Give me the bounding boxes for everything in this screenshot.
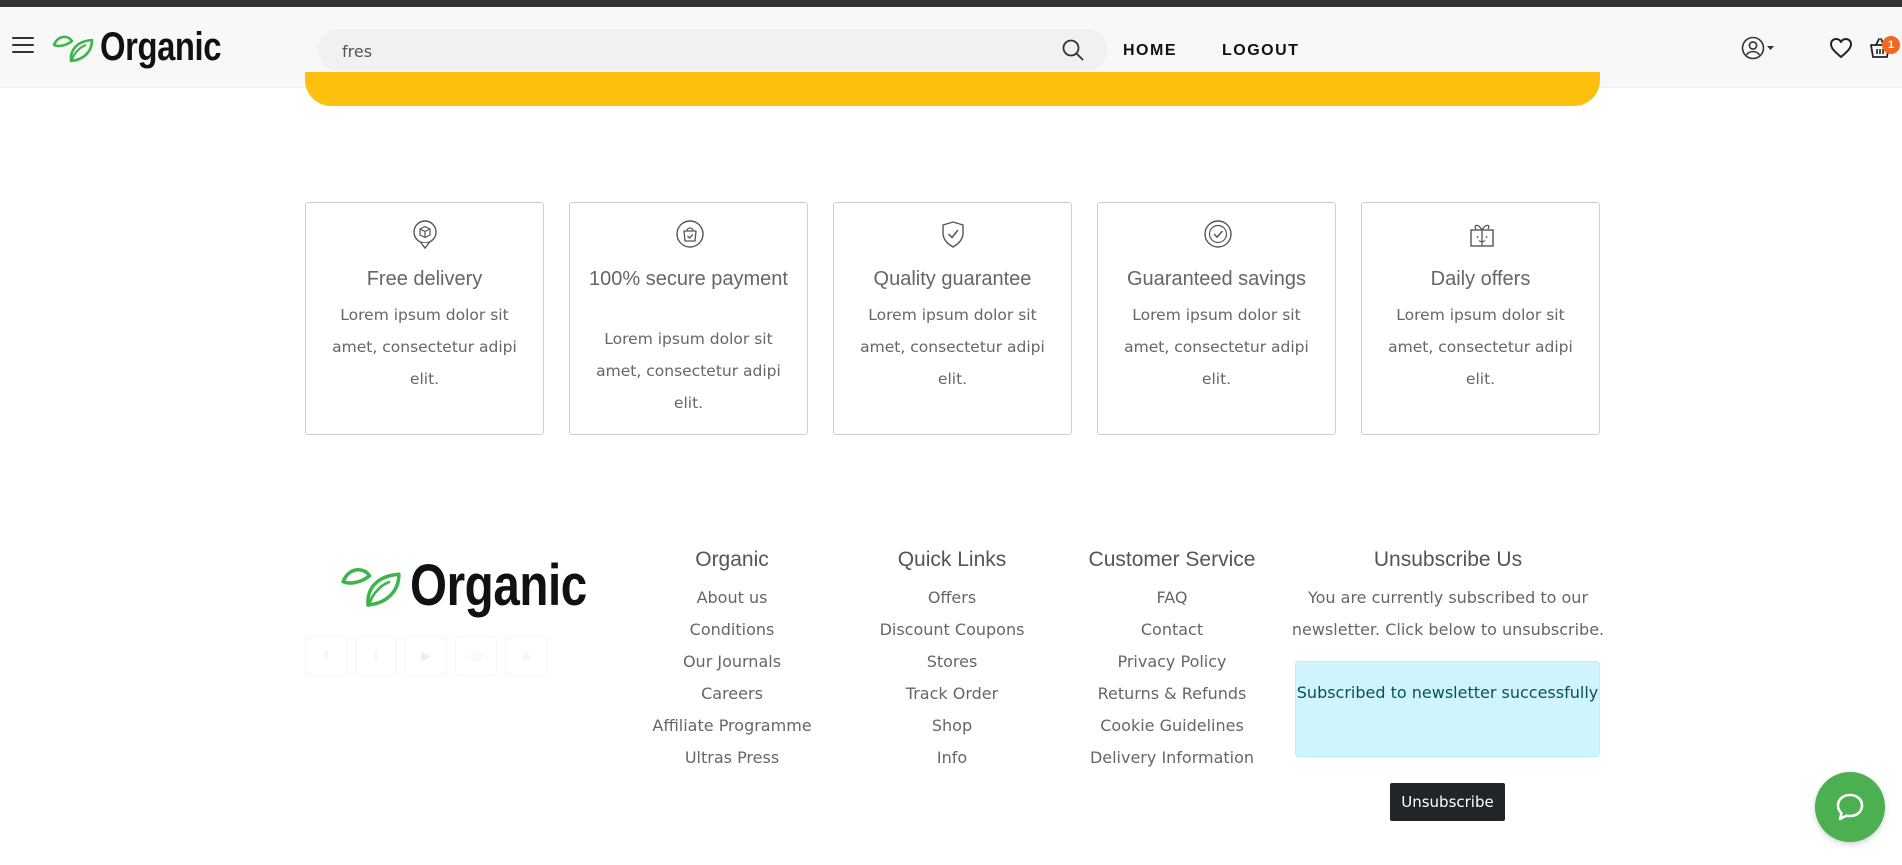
logo-text: Organic [410,553,587,618]
search-input[interactable] [340,29,1044,73]
feature-text: Lorem ipsum dolor sit amet, consectetur … [332,306,517,388]
feature-card-quality-guarantee: Quality guarantee Lorem ipsum dolor sit … [833,202,1072,435]
footer-link-stores[interactable]: Stores [862,646,1042,678]
feature-card-free-delivery: Free delivery Lorem ipsum dolor sit amet… [305,202,544,435]
footer-col-title: Quick Links [897,548,1007,571]
instagram-icon[interactable]: ◎ [455,636,497,676]
footer-link-contact[interactable]: Contact [1072,614,1272,646]
chat-button[interactable] [1815,772,1885,842]
facebook-icon[interactable]: f [305,636,347,676]
footer-link-cookie-guidelines[interactable]: Cookie Guidelines [1072,710,1272,742]
search-icon[interactable] [1062,39,1084,61]
feature-card-secure-payment: 100% secure payment Lorem ipsum dolor si… [569,202,808,435]
youtube-icon[interactable]: ▶ [405,636,447,676]
cart-count-badge: 1 [1882,36,1900,54]
feature-text: Lorem ipsum dolor sit amet, consectetur … [1388,306,1573,388]
footer-link-faq[interactable]: FAQ [1072,582,1272,614]
footer-link-discount-coupons[interactable]: Discount Coupons [862,614,1042,646]
search-bar [318,29,1108,73]
unsubscribe-text: You are currently subscribed to our news… [1291,588,1605,639]
secure-bag-icon [676,220,704,248]
twitter-icon[interactable]: t [355,636,397,676]
check-badge-icon [1204,220,1232,248]
feature-text: Lorem ipsum dolor sit amet, consectetur … [860,306,1045,388]
chat-bubble-icon [1836,793,1864,821]
delivery-box-icon [413,220,437,249]
footer-link-offers[interactable]: Offers [862,582,1042,614]
footer-link-our-journals[interactable]: Our Journals [632,646,832,678]
footer-link-shop[interactable]: Shop [862,710,1042,742]
heart-icon[interactable] [1829,36,1853,60]
feature-title: Free delivery [366,268,483,290]
leaf-logo-icon [52,35,94,62]
shield-check-icon [942,221,964,248]
user-icon[interactable] [1741,36,1777,60]
leaf-logo-icon [341,567,401,607]
nav-logout[interactable]: LOGOUT [1222,42,1299,60]
feature-text: Lorem ipsum dolor sit amet, consectetur … [1124,306,1309,388]
footer-col-title: Customer Service [1088,548,1256,571]
feature-card-guaranteed-savings: Guaranteed savings Lorem ipsum dolor sit… [1097,202,1336,435]
footer-col-organic: Organic About us Conditions Our Journals… [632,544,832,774]
unsubscribe-title: Unsubscribe Us [1373,548,1523,571]
footer-link-privacy-policy[interactable]: Privacy Policy [1072,646,1272,678]
feature-title: Guaranteed savings [1126,268,1306,290]
feature-title: 100% secure payment [588,268,788,290]
hamburger-icon[interactable] [12,37,34,55]
footer-link-delivery-information[interactable]: Delivery Information [1072,742,1272,774]
promo-banner-bottom [305,72,1600,106]
footer-link-ultras-press[interactable]: Ultras Press [632,742,832,774]
feature-text: Lorem ipsum dolor sit amet, consectetur … [596,330,781,412]
footer-link-careers[interactable]: Careers [632,678,832,710]
footer-col-title: Organic [695,548,769,571]
footer-logo[interactable]: Organic [340,552,626,619]
footer-link-returns-refunds[interactable]: Returns & Refunds [1072,678,1272,710]
footer-link-about-us[interactable]: About us [632,582,832,614]
unsubscribe-button[interactable]: Unsubscribe [1390,783,1505,821]
feature-title: Daily offers [1430,268,1531,290]
header-logo[interactable]: Organic [52,25,248,70]
nav-home[interactable]: HOME [1123,42,1177,60]
newsletter-success-alert: Subscribed to newsletter successfully [1295,661,1600,757]
feature-title: Quality guarantee [873,268,1032,290]
amazon-icon[interactable]: a [505,636,547,676]
footer-link-info[interactable]: Info [862,742,1042,774]
logo-text: Organic [100,25,222,69]
footer-link-track-order[interactable]: Track Order [862,678,1042,710]
footer-link-affiliate-programme[interactable]: Affiliate Programme [632,710,832,742]
feature-card-daily-offers: Daily offers Lorem ipsum dolor sit amet,… [1361,202,1600,435]
footer-col-quick-links: Quick Links Offers Discount Coupons Stor… [862,544,1042,774]
top-strip [0,0,1902,7]
gift-icon [1470,224,1494,247]
footer-col-unsubscribe: Unsubscribe Us You are currently subscri… [1288,544,1608,646]
footer-col-customer-service: Customer Service FAQ Contact Privacy Pol… [1072,544,1272,774]
footer-link-conditions[interactable]: Conditions [632,614,832,646]
